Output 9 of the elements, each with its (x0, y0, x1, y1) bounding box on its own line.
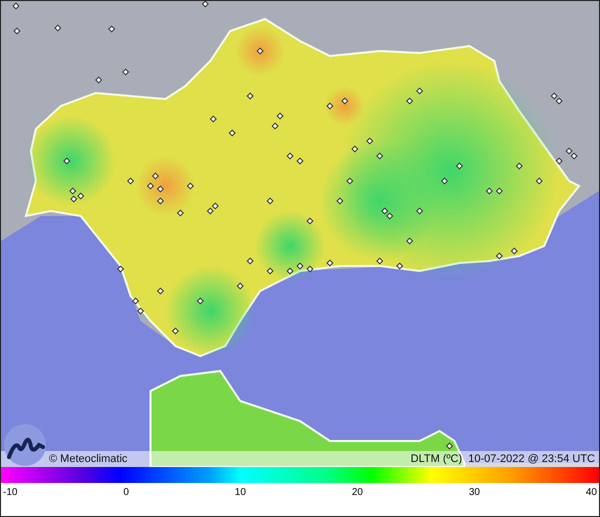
logo-icon (3, 423, 47, 467)
scale-tick-label: 20 (352, 487, 363, 498)
credit-text: © Meteoclimatic (49, 453, 128, 465)
scale-tick-label: 40 (586, 487, 597, 498)
scale-tick-label: 0 (123, 487, 129, 498)
scale-tick-label: -10 (3, 487, 18, 498)
map-caption: DLTM (ºC) 10-07-2022 @ 23:54 UTC (410, 453, 595, 465)
scale-tick-label: 10 (234, 487, 246, 498)
scale-tick-label: 30 (468, 487, 480, 498)
